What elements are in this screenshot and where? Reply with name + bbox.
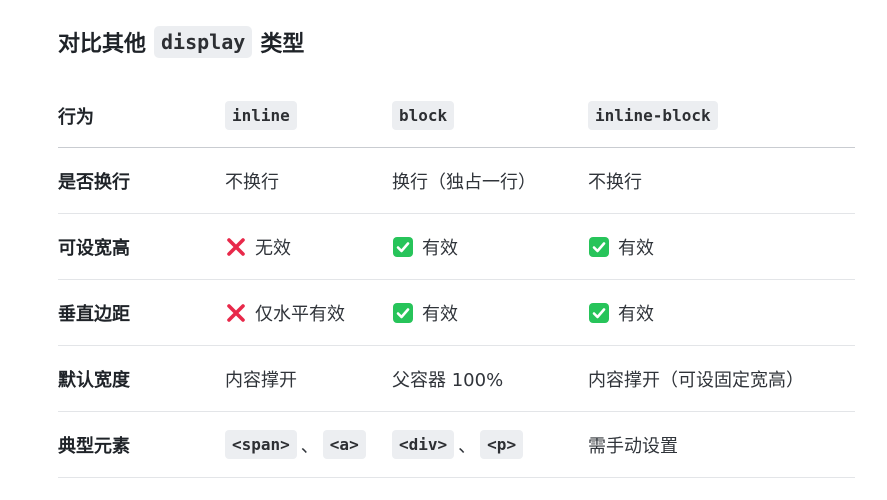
cell-inline-block: 内容撑开（可设固定宽高） <box>588 369 804 391</box>
cross-mark-icon <box>225 302 247 324</box>
cell-inline: <span> 、 <a> <box>225 412 366 477</box>
cell-inline-block: 不换行 <box>588 171 642 193</box>
cell-text: 有效 <box>618 237 654 259</box>
code-a: <a> <box>322 430 366 459</box>
title-suffix: 类型 <box>260 32 305 57</box>
header-col-block: block <box>392 84 455 147</box>
row-label: 是否换行 <box>58 171 130 193</box>
cell-inline: 不换行 <box>225 171 279 193</box>
table-row: 可设宽高 无效 有效 有效 <box>58 214 855 280</box>
title-prefix: 对比其他 <box>58 32 147 57</box>
cross-mark-icon <box>225 236 247 258</box>
cell-inline-block: 需手动设置 <box>588 435 678 457</box>
check-mark-button-icon <box>588 236 610 258</box>
cell-inline-block: 有效 <box>588 280 654 345</box>
check-mark-button-icon <box>588 302 610 324</box>
cell-inline: 无效 <box>225 214 291 279</box>
header-col-inline-block: inline-block <box>588 84 718 147</box>
header-col-inline: inline <box>225 84 297 147</box>
table-header-row: 行为 inline block inline-block <box>58 84 855 148</box>
cell-text: 有效 <box>422 237 458 259</box>
code-p: <p> <box>480 430 524 459</box>
title-code: display <box>154 26 253 58</box>
table-row: 默认宽度 内容撑开 父容器 100% 内容撑开（可设固定宽高） <box>58 346 855 412</box>
table-row: 典型元素 <span> 、 <a> <div> 、 <p> 需手动设置 <box>58 412 855 478</box>
header-label: 行为 <box>58 106 94 128</box>
row-label: 典型元素 <box>58 435 130 457</box>
row-label: 可设宽高 <box>58 237 130 259</box>
table-row: 垂直边距 仅水平有效 有效 有效 <box>58 280 855 346</box>
cell-text: 无效 <box>255 237 291 259</box>
header-code-inline-block: inline-block <box>588 101 718 130</box>
comparison-table: 行为 inline block inline-block 是否换行 不换行 换行… <box>58 84 855 478</box>
separator: 、 <box>300 435 319 457</box>
page: 对比其他 display 类型 行为 inline block inline-b… <box>0 0 887 500</box>
row-label: 垂直边距 <box>58 303 130 325</box>
table-row: 是否换行 不换行 换行（独占一行） 不换行 <box>58 148 855 214</box>
cell-text: 有效 <box>618 303 654 325</box>
header-code-inline: inline <box>225 101 297 130</box>
cell-inline: 仅水平有效 <box>225 280 345 345</box>
cell-block: 父容器 100% <box>392 369 504 391</box>
cell-text: 仅水平有效 <box>255 303 345 325</box>
check-mark-button-icon <box>392 236 414 258</box>
code-div: <div> <box>392 430 455 459</box>
cell-text: 有效 <box>422 303 458 325</box>
cell-inline: 内容撑开 <box>225 369 297 391</box>
header-code-block: block <box>392 101 455 130</box>
cell-block: 有效 <box>392 214 458 279</box>
cell-block: 换行（独占一行） <box>392 171 536 193</box>
cell-block: <div> 、 <p> <box>392 412 524 477</box>
check-mark-button-icon <box>392 302 414 324</box>
cell-block: 有效 <box>392 280 458 345</box>
code-span: <span> <box>225 430 297 459</box>
separator: 、 <box>458 435 477 457</box>
row-label: 默认宽度 <box>58 369 130 391</box>
section-title: 对比其他 display 类型 <box>58 26 304 58</box>
cell-inline-block: 有效 <box>588 214 654 279</box>
